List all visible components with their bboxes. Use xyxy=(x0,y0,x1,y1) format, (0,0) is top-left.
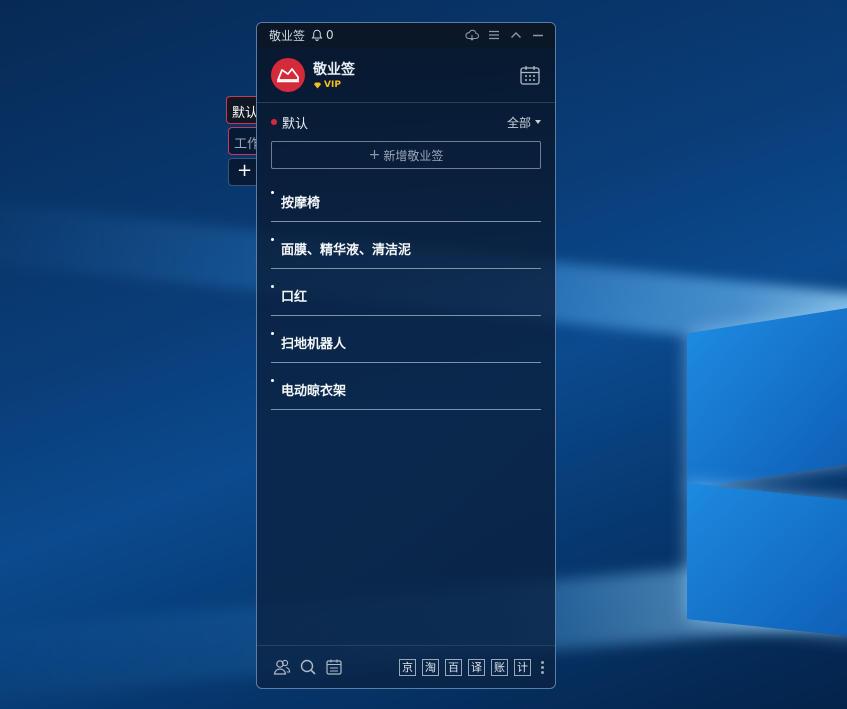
chevron-down-icon xyxy=(535,120,541,124)
vip-label: VIP xyxy=(324,80,341,90)
bullet-icon xyxy=(271,379,274,382)
add-category-button[interactable]: + xyxy=(228,158,258,186)
note-text: 口红 xyxy=(281,290,308,305)
add-note-button[interactable]: + 新增敬业签 xyxy=(271,141,541,169)
vip-badge[interactable]: VIP xyxy=(313,80,355,90)
note-item[interactable]: 按摩椅 xyxy=(271,175,541,222)
note-text: 按摩椅 xyxy=(281,196,321,211)
jd-button[interactable]: 京 xyxy=(399,658,416,676)
taobao-button[interactable]: 淘 xyxy=(422,658,439,676)
app-logo[interactable] xyxy=(271,57,305,92)
add-note-label: 新增敬业签 xyxy=(383,148,444,163)
notification-count[interactable]: 0 xyxy=(326,28,334,42)
bullet-icon xyxy=(271,285,274,288)
minimize-icon[interactable] xyxy=(531,28,545,42)
account-header: 敬业签 VIP xyxy=(257,47,555,103)
note-item[interactable]: 面膜、精华液、清洁泥 xyxy=(271,222,541,269)
contacts-icon[interactable] xyxy=(273,658,291,676)
note-item[interactable]: 扫地机器人 xyxy=(271,316,541,363)
category-dot xyxy=(271,119,277,125)
more-icon[interactable] xyxy=(541,660,545,674)
title-bar[interactable]: 敬业签 0 xyxy=(257,23,555,47)
cloud-sync-icon[interactable] xyxy=(465,28,479,42)
diamond-icon xyxy=(314,82,321,88)
account-book-button[interactable]: 账 xyxy=(491,658,508,676)
bullet-icon xyxy=(271,332,274,335)
calendar-list-icon[interactable] xyxy=(325,658,343,676)
account-title: 敬业签 xyxy=(313,62,355,78)
logo-shoe-icon xyxy=(277,67,299,82)
note-text: 电动晾衣架 xyxy=(281,384,347,399)
calculator-button[interactable]: 计 xyxy=(514,658,531,676)
category-header: 默认 全部 xyxy=(257,103,555,141)
note-widget-window: 敬业签 0 敬业签 VIP 默认 全部 + 新增敬业签 按摩椅 面膜、精华液、清… xyxy=(256,22,556,689)
filter-dropdown[interactable]: 全部 xyxy=(507,114,541,131)
category-name: 默认 xyxy=(282,116,309,132)
collapse-icon[interactable] xyxy=(509,28,523,42)
bullet-icon xyxy=(271,238,274,241)
translate-button[interactable]: 译 xyxy=(468,658,485,676)
filter-label: 全部 xyxy=(506,115,531,130)
note-text: 扫地机器人 xyxy=(281,337,347,352)
note-item[interactable]: 口红 xyxy=(271,269,541,316)
windows-logo-pane-upper xyxy=(687,306,847,490)
windows-logo-pane-lower xyxy=(687,483,847,637)
calendar-icon[interactable] xyxy=(519,64,541,86)
side-tab-default[interactable]: 默认 xyxy=(226,96,256,124)
app-name: 敬业签 xyxy=(269,28,306,43)
note-text: 面膜、精华液、清洁泥 xyxy=(281,243,412,258)
baidu-button[interactable]: 百 xyxy=(445,658,462,676)
bottom-toolbar: 京 淘 百 译 账 计 xyxy=(257,645,555,688)
bell-icon[interactable] xyxy=(311,29,323,41)
search-icon[interactable] xyxy=(299,658,317,676)
plus-icon: + xyxy=(368,147,381,163)
menu-icon[interactable] xyxy=(487,28,501,42)
quick-launch-buttons: 京 淘 百 译 账 计 xyxy=(399,658,545,676)
note-list: 按摩椅 面膜、精华液、清洁泥 口红 扫地机器人 电动晾衣架 xyxy=(271,175,541,410)
bullet-icon xyxy=(271,191,274,194)
note-item[interactable]: 电动晾衣架 xyxy=(271,363,541,410)
side-tab-work[interactable]: 工作 xyxy=(228,127,258,155)
